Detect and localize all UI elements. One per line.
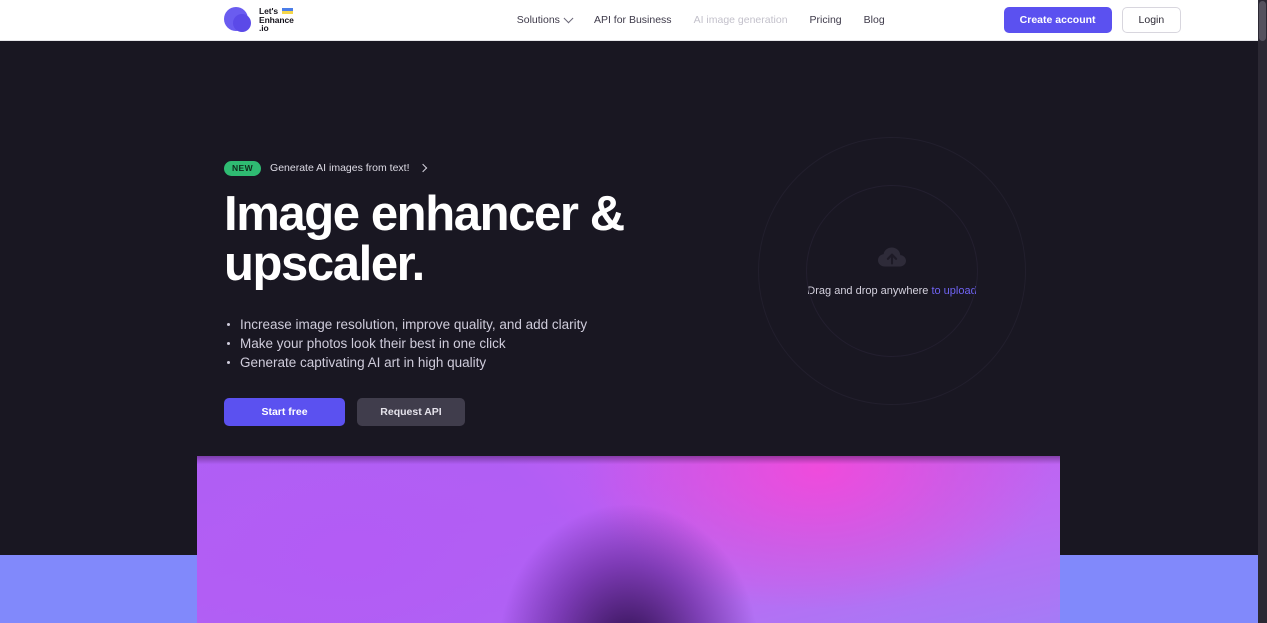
brand-name-line3: .io xyxy=(259,23,269,34)
page-title: Image enhancer & upscaler. xyxy=(224,186,625,292)
footer-band-left xyxy=(0,555,197,623)
page-scrollbar[interactable] xyxy=(1258,0,1267,623)
showcase-sample-image xyxy=(197,456,1060,623)
login-button[interactable]: Login xyxy=(1121,7,1182,33)
chevron-right-icon xyxy=(418,164,427,173)
new-feature-banner-label: Generate AI images from text! xyxy=(270,162,410,175)
request-api-button[interactable]: Request API xyxy=(357,398,465,427)
main-nav: Solutions API for Business AI image gene… xyxy=(506,8,896,32)
start-free-button[interactable]: Start free xyxy=(224,398,345,427)
nav-item-label: Blog xyxy=(863,14,885,26)
nav-item-solutions[interactable]: Solutions xyxy=(506,8,583,32)
dropzone-label: Drag and drop anywhere to upload xyxy=(807,285,976,297)
nav-item-label: Solutions xyxy=(516,14,560,26)
status-badge-new: NEW xyxy=(224,161,262,176)
upload-dropzone[interactable]: Drag and drop anywhere to upload xyxy=(758,137,1026,405)
list-item: Make your photos look their best in one … xyxy=(224,334,754,353)
nav-item-label: API for Business xyxy=(593,14,672,26)
hero-feature-list: Increase image resolution, improve quali… xyxy=(224,315,754,372)
top-navigation-bar: Let's Enhance .io Solutions API for Busi… xyxy=(0,0,1258,41)
brand-logo-link[interactable]: Let's Enhance .io xyxy=(224,6,294,34)
brand-wordmark: Let's Enhance .io xyxy=(259,7,294,33)
lets-enhance-blob-logo-icon xyxy=(224,6,252,34)
nav-item-label: AI image generation xyxy=(693,14,788,26)
nav-item-api-for-business[interactable]: API for Business xyxy=(583,8,683,32)
hero-section: NEW Generate AI images from text! Image … xyxy=(0,41,1258,456)
new-feature-banner[interactable]: NEW Generate AI images from text! xyxy=(224,161,427,176)
page-root: Let's Enhance .io Solutions API for Busi… xyxy=(0,0,1267,623)
upload-link[interactable]: to upload xyxy=(931,285,976,297)
hero-cta-row: Start free Request API xyxy=(224,398,754,427)
nav-item-label: Pricing xyxy=(809,14,842,26)
ukraine-flag-icon xyxy=(282,7,293,14)
dropzone-inner-ring xyxy=(806,185,978,357)
nav-item-ai-image-generation[interactable]: AI image generation xyxy=(683,8,799,32)
hero-copy: NEW Generate AI images from text! Image … xyxy=(224,161,754,427)
dropzone-static-text: Drag and drop anywhere xyxy=(807,284,932,297)
list-item: Increase image resolution, improve quali… xyxy=(224,315,754,334)
list-item: Generate captivating AI art in high qual… xyxy=(224,353,754,372)
nav-item-pricing[interactable]: Pricing xyxy=(799,8,853,32)
cloud-upload-icon xyxy=(878,247,906,266)
topbar-actions: Create account Login xyxy=(1003,7,1182,33)
create-account-button[interactable]: Create account xyxy=(1003,7,1112,33)
footer-band-right xyxy=(1060,555,1258,623)
nav-item-blog[interactable]: Blog xyxy=(853,8,896,32)
chevron-down-icon xyxy=(563,12,574,23)
scrollbar-thumb[interactable] xyxy=(1259,1,1266,41)
